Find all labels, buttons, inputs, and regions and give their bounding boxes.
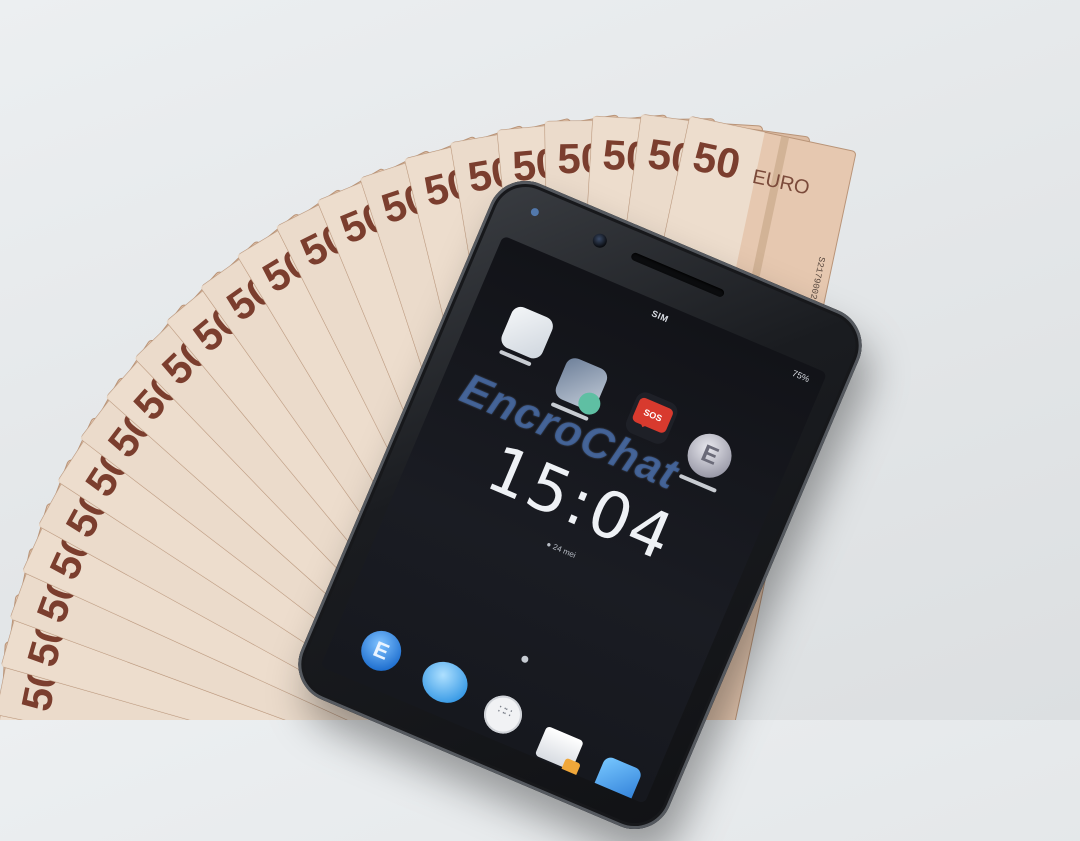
page-indicator — [520, 654, 530, 664]
scene: 50EUROS2179002316450EUROS2179002316550EU… — [0, 0, 1080, 841]
mail-icon[interactable] — [534, 725, 584, 771]
status-battery: 75% — [790, 367, 812, 385]
encrochat-dock-icon[interactable]: E — [354, 624, 408, 678]
dock: E — [320, 604, 671, 804]
front-camera — [590, 231, 610, 250]
alert-badge: SOS — [631, 396, 675, 435]
chat-icon[interactable] — [415, 654, 474, 710]
app-drawer-icon[interactable] — [478, 689, 528, 740]
browser-icon[interactable] — [590, 755, 644, 804]
banknote-denomination: 50 — [689, 133, 744, 189]
earpiece-speaker — [630, 251, 726, 299]
sensor-dot — [529, 206, 541, 218]
